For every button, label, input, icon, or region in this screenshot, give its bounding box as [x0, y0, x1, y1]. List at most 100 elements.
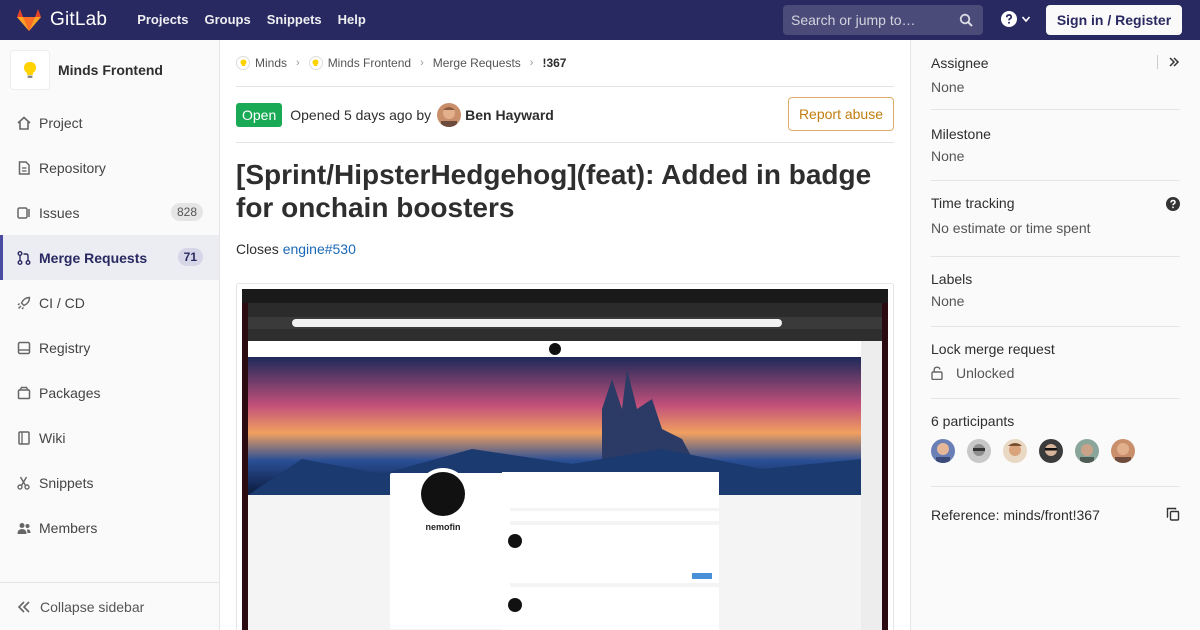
milestone-block: Milestone None	[931, 110, 1180, 181]
sidebar-item-label: Wiki	[39, 429, 66, 446]
time-tracking-value: No estimate or time spent	[931, 220, 1091, 236]
author-avatar[interactable]	[437, 102, 462, 127]
nav-groups[interactable]: Groups	[197, 0, 259, 40]
left-sidebar: Minds Frontend Project Repository Issues…	[0, 40, 220, 630]
sidebar-item-snippets[interactable]: Snippets	[0, 460, 219, 505]
rocket-icon	[17, 296, 31, 309]
embedded-screenshot[interactable]: nemofin	[236, 283, 894, 630]
participant-avatar[interactable]	[1039, 439, 1063, 463]
nav-help[interactable]: Help	[330, 0, 374, 40]
collapse-sidebar-label: Collapse sidebar	[40, 598, 145, 615]
labels-value: None	[931, 293, 965, 309]
breadcrumb-project[interactable]: Minds Frontend	[308, 56, 412, 70]
sidebar-item-label: Merge Requests	[39, 249, 148, 266]
nav-projects[interactable]: Projects	[129, 0, 196, 40]
breadcrumb-project-label: Minds Frontend	[327, 56, 412, 70]
nav-snippets[interactable]: Snippets	[259, 0, 330, 40]
search-input[interactable]	[791, 12, 951, 28]
merge-request-icon	[17, 250, 31, 265]
sidebar-item-label: Repository	[39, 159, 106, 176]
lock-title: Lock merge request	[931, 341, 1055, 357]
milestone-title: Milestone	[931, 126, 991, 142]
lock-open-icon	[931, 366, 943, 380]
group-avatar	[236, 56, 250, 70]
right-sidebar: Assignee None Milestone None Time tracki…	[910, 40, 1200, 630]
scissors-icon	[17, 476, 30, 490]
search-icon[interactable]	[959, 13, 973, 27]
embedded-screenshot-image: nemofin	[242, 289, 888, 630]
nav-links: Projects Groups Snippets Help	[129, 0, 374, 40]
gitlab-logo[interactable]: GitLab	[16, 0, 107, 40]
doc-icon	[18, 160, 30, 175]
lock-status: Unlocked	[931, 365, 1180, 381]
closes-prefix: Closes	[236, 241, 279, 257]
status-badge: Open	[236, 102, 283, 127]
participant-avatar[interactable]	[931, 439, 955, 463]
screenshot-drawing: nemofin	[242, 289, 888, 630]
question-icon[interactable]	[1166, 197, 1180, 211]
merge-requests-count-badge: 71	[177, 248, 203, 266]
avatar-image	[1003, 439, 1027, 463]
issues-count-badge: 828	[170, 203, 203, 221]
avatar-image	[967, 439, 991, 463]
labels-title: Labels	[931, 271, 973, 287]
participants-list	[931, 439, 1180, 463]
assignee-block: Assignee None	[931, 40, 1180, 110]
assignee-title: Assignee	[931, 55, 989, 71]
report-abuse-button[interactable]: Report abuse	[787, 97, 894, 131]
package-icon	[17, 386, 31, 399]
project-header[interactable]: Minds Frontend	[0, 40, 219, 100]
opened-text: Opened 5 days ago by	[290, 106, 432, 123]
sidebar-item-wiki[interactable]: Wiki	[0, 415, 219, 460]
breadcrumb-group[interactable]: Minds	[236, 56, 287, 70]
sidebar-item-project[interactable]: Project	[0, 100, 219, 145]
sidebar-item-merge-requests[interactable]: Merge Requests 71	[0, 235, 219, 280]
sidebar-item-packages[interactable]: Packages	[0, 370, 219, 415]
breadcrumb-separator: ›	[420, 57, 424, 69]
question-icon	[1001, 11, 1017, 27]
top-navbar: GitLab Projects Groups Snippets Help Sig…	[0, 0, 1200, 40]
participant-avatar[interactable]	[1003, 439, 1027, 463]
author-name[interactable]: Ben Hayward	[465, 107, 554, 123]
assignee-value: None	[931, 79, 965, 95]
participant-avatar[interactable]	[1075, 439, 1099, 463]
help-dropdown[interactable]	[1001, 11, 1031, 27]
sidebar-item-label: CI / CD	[39, 294, 85, 311]
author-avatar-image	[437, 102, 462, 127]
sidebar-item-label: Issues	[39, 204, 80, 221]
breadcrumb-section[interactable]: Merge Requests	[433, 56, 521, 70]
participants-block: 6 participants	[931, 399, 1180, 487]
milestone-value: None	[931, 148, 965, 164]
lock-value: Unlocked	[956, 365, 1015, 381]
avatar-image	[1111, 439, 1135, 463]
chevron-down-icon	[1021, 16, 1031, 23]
time-tracking-title: Time tracking	[931, 195, 1015, 211]
sidebar-item-registry[interactable]: Registry	[0, 325, 219, 370]
sidebar-item-issues[interactable]: Issues 828	[0, 190, 219, 235]
mr-description: Closes engine#530	[236, 241, 894, 257]
labels-block: Labels None	[931, 257, 1180, 327]
project-avatar	[10, 50, 50, 90]
participant-avatar[interactable]	[967, 439, 991, 463]
sidebar-item-members[interactable]: Members	[0, 505, 219, 550]
breadcrumb-current[interactable]: !367	[542, 56, 566, 70]
sidebar-item-label: Packages	[39, 384, 101, 401]
avatar-image	[931, 439, 955, 463]
copy-icon[interactable]	[1166, 507, 1180, 521]
project-name: Minds Frontend	[58, 62, 163, 78]
disk-icon	[17, 341, 31, 354]
search-box	[783, 5, 983, 35]
expand-sidebar-icon[interactable]	[1168, 56, 1180, 68]
collapse-sidebar-button[interactable]: Collapse sidebar	[0, 582, 219, 630]
sidebar-item-ci-cd[interactable]: CI / CD	[0, 280, 219, 325]
lock-block: Lock merge request Unlocked	[931, 327, 1180, 399]
screenshot-profile-name: nemofin	[426, 522, 461, 532]
brand-name: GitLab	[50, 9, 108, 30]
closes-issue-link[interactable]: engine#530	[283, 241, 356, 257]
lightbulb-icon	[312, 59, 319, 66]
sign-in-button[interactable]: Sign in / Register	[1046, 5, 1182, 35]
participant-avatar[interactable]	[1111, 439, 1135, 463]
divider	[1157, 55, 1158, 69]
sidebar-item-repository[interactable]: Repository	[0, 145, 219, 190]
breadcrumb-group-label: Minds	[255, 56, 288, 70]
